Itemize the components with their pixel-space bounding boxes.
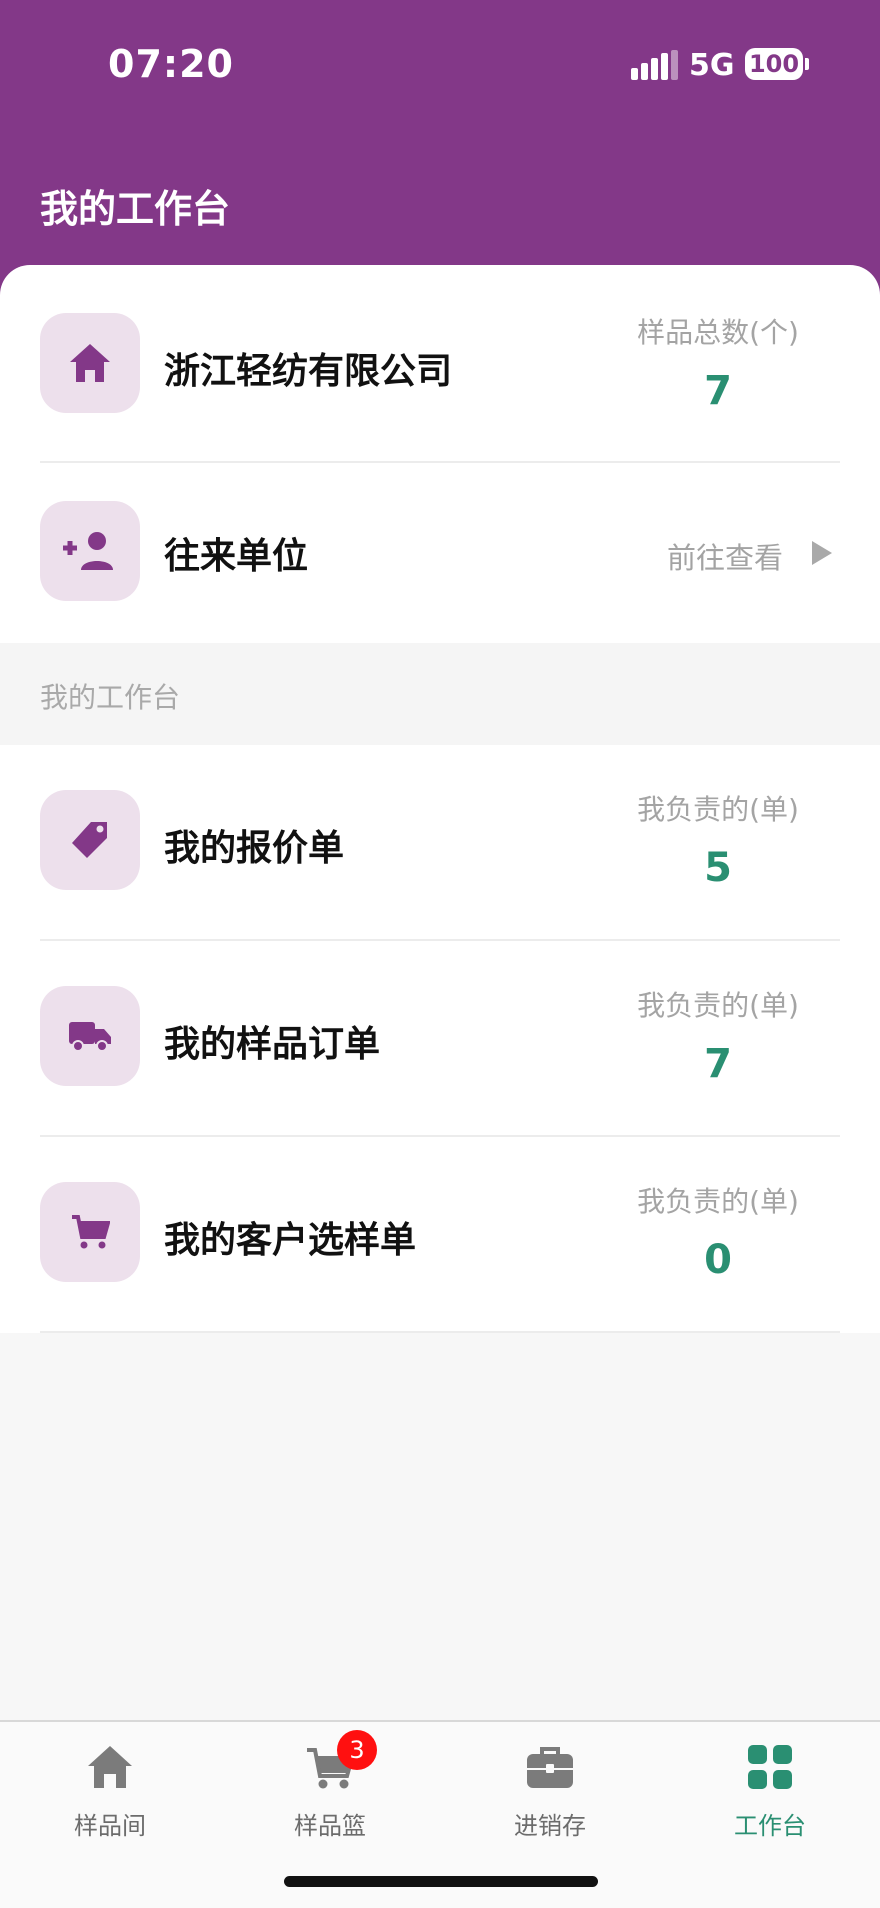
tab-inventory[interactable]: 进销存 xyxy=(440,1722,660,1872)
home-indicator[interactable] xyxy=(284,1876,598,1887)
work-list: 我的报价单 我负责的(单) 5 我的样品订单 我负责的(单) 7 我的客户选样单… xyxy=(0,745,880,1333)
section-header: 我的工作台 xyxy=(0,643,880,745)
stat-value: 5 xyxy=(704,845,732,891)
tab-label: 工作台 xyxy=(734,1812,806,1840)
sample-order-title: 我的样品订单 xyxy=(164,1024,381,1065)
partners-row[interactable]: 往来单位 前往查看 xyxy=(0,463,880,643)
quotation-title: 我的报价单 xyxy=(164,828,345,869)
status-time: 07:20 xyxy=(108,42,234,86)
view-link[interactable]: 前往查看 xyxy=(667,535,783,577)
tab-sample-room[interactable]: 样品间 xyxy=(0,1722,220,1872)
section-label: 我的工作台 xyxy=(40,681,181,714)
tab-workbench[interactable]: 工作台 xyxy=(660,1722,880,1872)
tab-sample-basket[interactable]: 3 样品篮 xyxy=(220,1722,440,1872)
page-title: 我的工作台 xyxy=(40,187,231,231)
stat-value: 0 xyxy=(704,1237,732,1283)
stat-label: 我负责的(单) xyxy=(637,989,799,1022)
customer-selection-title: 我的客户选样单 xyxy=(164,1220,417,1261)
tab-label: 进销存 xyxy=(514,1812,586,1840)
home-icon xyxy=(85,1742,135,1792)
play-icon[interactable] xyxy=(810,539,834,567)
tab-label: 样品篮 xyxy=(294,1812,366,1840)
cart-icon xyxy=(40,1182,140,1282)
divider xyxy=(40,1331,840,1333)
home-icon xyxy=(40,313,140,413)
quotation-row[interactable]: 我的报价单 我负责的(单) 5 xyxy=(0,745,880,940)
company-row[interactable]: 浙江轻纺有限公司 样品总数(个) 7 xyxy=(0,265,880,463)
stat-label: 我负责的(单) xyxy=(637,793,799,826)
company-card: 浙江轻纺有限公司 样品总数(个) 7 往来单位 前往查看 xyxy=(0,265,880,643)
briefcase-icon xyxy=(525,1742,575,1792)
battery-tip xyxy=(805,58,809,70)
cart-badge: 3 xyxy=(337,1730,377,1770)
tab-label: 样品间 xyxy=(74,1812,146,1840)
company-name: 浙江轻纺有限公司 xyxy=(164,351,453,392)
battery-icon: 100 xyxy=(745,48,803,80)
sample-order-row[interactable]: 我的样品订单 我负责的(单) 7 xyxy=(0,941,880,1136)
stat-label: 样品总数(个) xyxy=(637,316,799,349)
tag-icon xyxy=(40,790,140,890)
stat-label: 我负责的(单) xyxy=(637,1185,799,1218)
network-type: 5G xyxy=(689,48,735,83)
truck-icon xyxy=(40,986,140,1086)
app-header: 07:20 5G 100 我的工作台 xyxy=(0,0,880,300)
status-bar: 07:20 5G 100 xyxy=(0,0,880,130)
stat-value: 7 xyxy=(704,1041,732,1087)
grid-icon xyxy=(745,1742,795,1792)
customer-selection-row[interactable]: 我的客户选样单 我负责的(单) 0 xyxy=(0,1137,880,1332)
add-person-icon xyxy=(40,501,140,601)
signal-icon xyxy=(631,50,678,80)
stat-value: 7 xyxy=(704,368,732,414)
partners-title: 往来单位 xyxy=(164,536,309,577)
